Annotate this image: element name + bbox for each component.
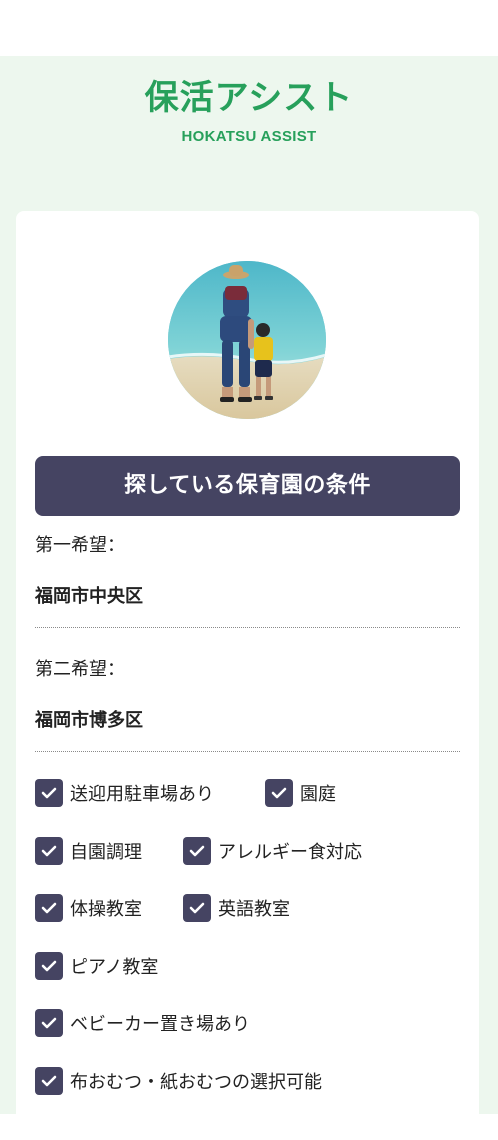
checkbox-checked-icon[interactable]	[35, 894, 63, 922]
bottom-bar	[0, 1114, 498, 1140]
second-choice-value: 福岡市博多区	[35, 710, 143, 731]
checkbox-checked-icon[interactable]	[35, 779, 63, 807]
checkbox-checked-icon[interactable]	[35, 952, 63, 980]
checkbox-checked-icon[interactable]	[35, 1067, 63, 1095]
option-stroller-parking[interactable]: ベビーカー置き場あり	[35, 1008, 250, 1038]
option-own-kitchen[interactable]: 自園調理	[35, 836, 142, 866]
option-gym-class[interactable]: 体操教室	[35, 893, 142, 923]
first-choice-value: 福岡市中央区	[35, 586, 143, 607]
option-parking[interactable]: 送迎用駐車場あり	[35, 778, 214, 808]
option-label: 英語教室	[218, 899, 290, 920]
beach-photo-icon	[168, 261, 326, 419]
option-label: アレルギー食対応	[218, 842, 362, 863]
second-choice-label: 第二希望：	[35, 659, 125, 680]
app-header: 保活アシスト HOKATSU ASSIST	[0, 72, 498, 145]
option-label: ベビーカー置き場あり	[70, 1014, 250, 1035]
conditions-card: 探している保育園の条件 第一希望： 福岡市中央区 第二希望： 福岡市博多区 送迎…	[16, 211, 479, 1114]
checkbox-checked-icon[interactable]	[183, 894, 211, 922]
option-diaper-choice[interactable]: 布おむつ・紙おむつの選択可能	[35, 1066, 322, 1096]
option-label: 園庭	[300, 784, 336, 805]
checkbox-checked-icon[interactable]	[35, 837, 63, 865]
option-label: 送迎用駐車場あり	[70, 784, 214, 805]
option-english-class[interactable]: 英語教室	[183, 893, 290, 923]
option-garden[interactable]: 園庭	[265, 778, 336, 808]
option-label: 自園調理	[70, 842, 142, 863]
option-label: 布おむつ・紙おむつの選択可能	[70, 1072, 322, 1093]
option-label: 体操教室	[70, 899, 142, 920]
checkbox-checked-icon[interactable]	[183, 837, 211, 865]
top-bar	[0, 0, 498, 56]
checkbox-checked-icon[interactable]	[35, 1009, 63, 1037]
checkbox-checked-icon[interactable]	[265, 779, 293, 807]
first-choice-label: 第一希望：	[35, 535, 125, 556]
divider	[35, 627, 460, 628]
profile-photo	[168, 261, 326, 419]
option-label: ピアノ教室	[70, 957, 159, 978]
app-title: 保活アシスト	[144, 78, 354, 118]
conditions-section-title: 探している保育園の条件	[35, 456, 460, 516]
app-subtitle: HOKATSU ASSIST	[181, 128, 317, 145]
option-allergy-meals[interactable]: アレルギー食対応	[183, 836, 362, 866]
divider	[35, 751, 460, 752]
option-piano-class[interactable]: ピアノ教室	[35, 951, 158, 981]
